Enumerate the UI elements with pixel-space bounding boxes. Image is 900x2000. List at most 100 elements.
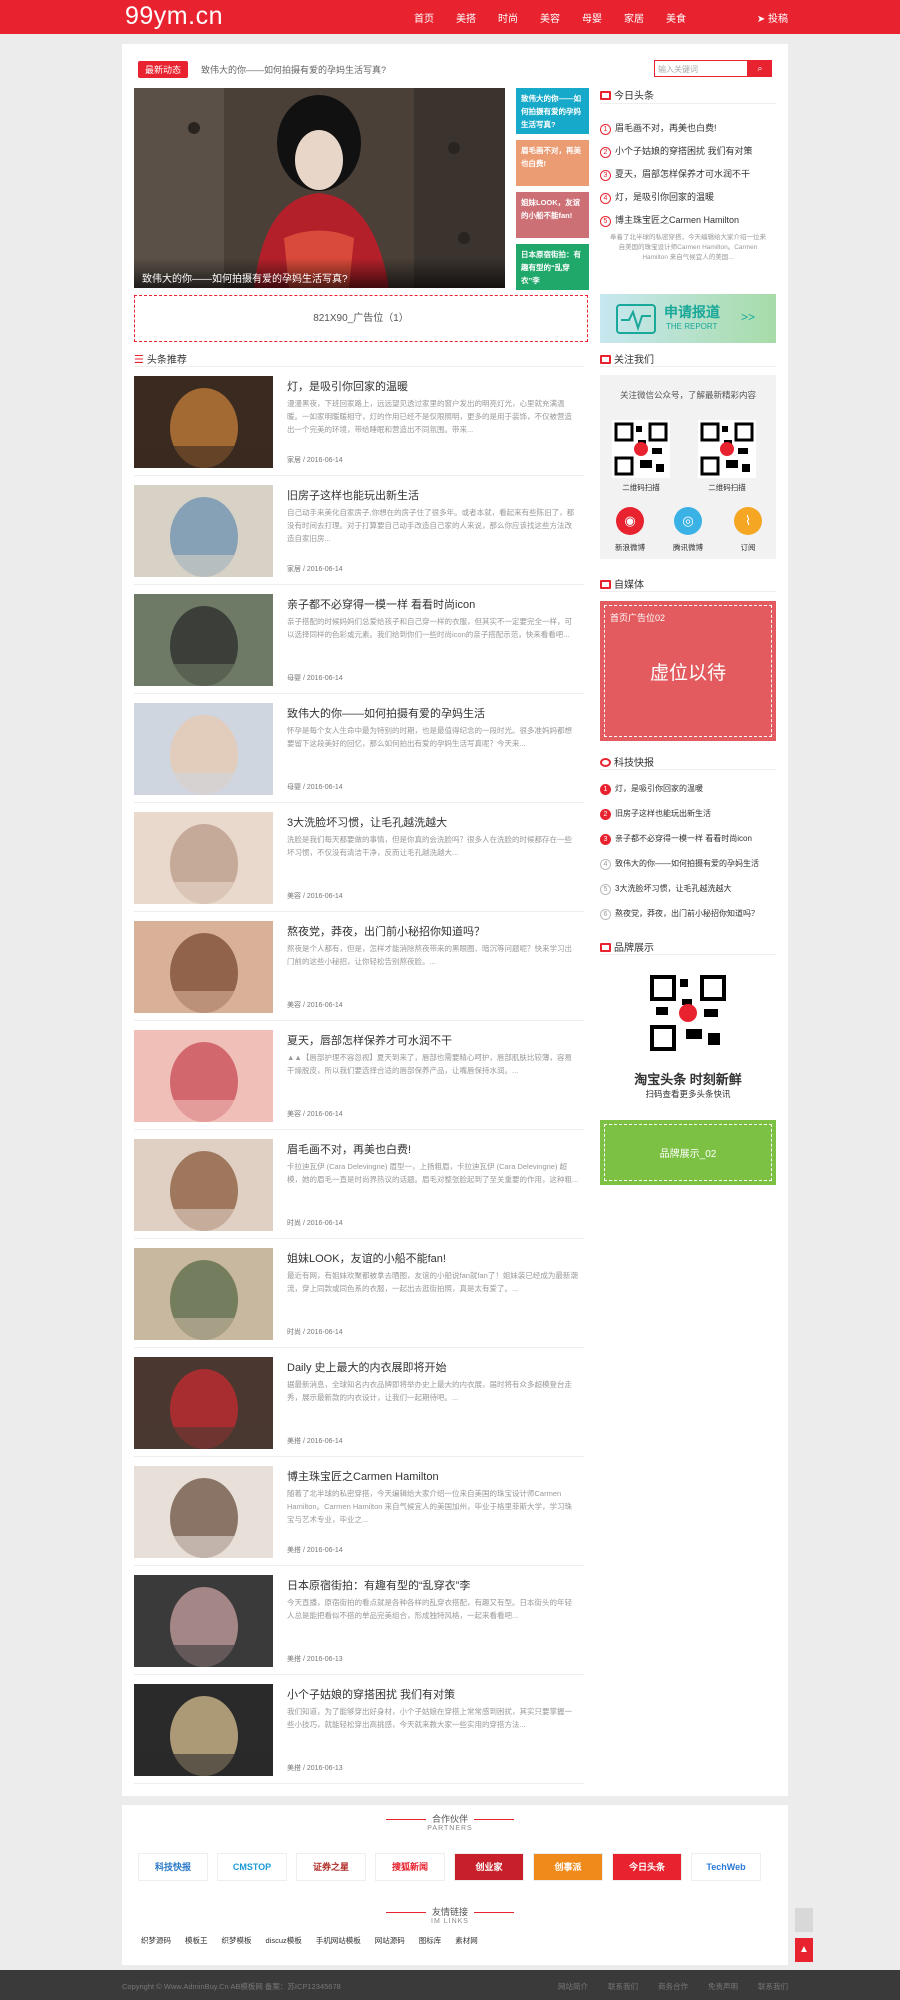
article-title[interactable]: 眉毛画不对，再美也白费! — [287, 1141, 411, 1157]
tile-harajuku[interactable]: 日本原宿街拍：有趣有型的“乱穿衣”李 — [516, 244, 589, 290]
partner-logo[interactable]: TechWeb — [691, 1853, 761, 1881]
friend-link[interactable]: 织梦源码 — [141, 1935, 171, 1946]
article-title[interactable]: 日本原宿街拍：有趣有型的“乱穿衣”李 — [287, 1577, 470, 1593]
friend-link[interactable]: 素材网 — [455, 1935, 478, 1946]
tech-item[interactable]: 1 灯，是吸引你回家的温暖 — [600, 783, 776, 795]
article-thumbnail[interactable] — [134, 921, 273, 1013]
article-title[interactable]: 灯，是吸引你回家的温暖 — [287, 378, 408, 394]
rss-icon[interactable]: ⌇ — [734, 507, 762, 535]
partner-logo[interactable]: 创事派 — [533, 1853, 603, 1881]
tile-pregnancy[interactable]: 致伟大的你——如何拍摄有爱的孕妈生活写真? — [516, 88, 589, 134]
nav-home-decor[interactable]: 家居 — [624, 10, 644, 25]
tech-item[interactable]: 2 旧房子这样也能玩出新生活 — [600, 808, 776, 820]
article-thumbnail[interactable] — [134, 1684, 273, 1776]
tile-eyebrow[interactable]: 眉毛画不对，再美也白费! — [516, 140, 589, 186]
article-title[interactable]: 夏天，唇部怎样保养才可水润不干 — [287, 1032, 452, 1048]
article-title[interactable]: 旧房子这样也能玩出新生活 — [287, 487, 419, 503]
hero-slide[interactable]: 致伟大的你——如何拍摄有爱的孕妈生活写真? — [134, 88, 505, 288]
brand-ad-02[interactable]: 品牌展示_02 — [600, 1120, 776, 1185]
today-item[interactable]: 2 小个子姑娘的穿搭困扰 我们有对策 — [600, 144, 776, 158]
nav-home[interactable]: 首页 — [414, 10, 434, 25]
footer-link[interactable]: 联系我们 — [608, 1981, 638, 1992]
today-item[interactable]: 4 灯，是吸引你回家的温暖 — [600, 190, 776, 204]
friend-link[interactable]: discuz模板 — [266, 1935, 302, 1946]
tencent-weibo-icon[interactable]: ◎ — [674, 507, 702, 535]
article-category[interactable]: 美容 — [287, 893, 301, 900]
article-item[interactable]: 亲子都不必穿得一模一样 看看时尚icon 亲子搭配的时候妈妈们总爱给孩子和自己穿… — [134, 594, 584, 694]
partner-logo[interactable]: 创业家 — [454, 1853, 524, 1881]
article-category[interactable]: 家居 — [287, 457, 301, 464]
tech-item[interactable]: 4 致伟大的你——如何拍摄有爱的孕妈生活 — [600, 858, 776, 870]
article-category[interactable]: 时尚 — [287, 1329, 301, 1336]
article-item[interactable]: 夏天，唇部怎样保养才可水润不干 ▲▲【唇部护理不容忽视】夏天到来了，唇部也需要精… — [134, 1030, 584, 1130]
partner-logo[interactable]: 搜狐新闻 — [375, 1853, 445, 1881]
article-category[interactable]: 美容 — [287, 1002, 301, 1009]
article-title[interactable]: 致伟大的你——如何拍摄有爱的孕妈生活 — [287, 705, 485, 721]
weibo-icon[interactable]: ◉ — [616, 507, 644, 535]
today-item[interactable]: 3 夏天，眉部怎样保养才可水润不干 — [600, 167, 776, 181]
qr-float-button[interactable] — [795, 1908, 813, 1932]
article-category[interactable]: 时尚 — [287, 1220, 301, 1227]
article-thumbnail[interactable] — [134, 485, 273, 577]
article-thumbnail[interactable] — [134, 1248, 273, 1340]
article-item[interactable]: 日本原宿街拍：有趣有型的“乱穿衣”李 今天直播，原宿街拍的看点就是各种各样的乱穿… — [134, 1575, 584, 1675]
article-category[interactable]: 美搭 — [287, 1765, 301, 1772]
social-label[interactable]: 新浪微博 — [606, 542, 654, 553]
article-item[interactable]: 致伟大的你——如何拍摄有爱的孕妈生活 怀孕是每个女人生命中最为特别的时期，也是最… — [134, 703, 584, 803]
article-thumbnail[interactable] — [134, 812, 273, 904]
article-thumbnail[interactable] — [134, 1030, 273, 1122]
social-label[interactable]: 订阅 — [724, 542, 772, 553]
article-item[interactable]: 姐妹LOOK，友谊的小船不能fan! 最近有网，有姐妹欢聚都被拿去晒图，友谊的小… — [134, 1248, 584, 1348]
article-thumbnail[interactable] — [134, 1466, 273, 1558]
article-thumbnail[interactable] — [134, 376, 273, 468]
tech-item[interactable]: 3 亲子都不必穿得一模一样 看看时尚icon — [600, 833, 776, 845]
article-title[interactable]: 小个子姑娘的穿搭困扰 我们有对策 — [287, 1686, 455, 1702]
article-thumbnail[interactable] — [134, 594, 273, 686]
ad-banner-1[interactable]: 821X90_广告位（1） — [134, 295, 588, 342]
nav-baby[interactable]: 母婴 — [582, 10, 602, 25]
article-category[interactable]: 美搭 — [287, 1438, 301, 1445]
apply-banner[interactable]: 申请报道 THE REPORT >> — [600, 294, 776, 343]
article-title[interactable]: 博主珠宝匠之Carmen Hamilton — [287, 1468, 439, 1484]
nav-food[interactable]: 美食 — [666, 10, 686, 25]
friend-link[interactable]: 图标库 — [419, 1935, 442, 1946]
nav-fashion[interactable]: 时尚 — [498, 10, 518, 25]
search-input[interactable]: 输入关键词 — [654, 60, 748, 77]
article-item[interactable]: 小个子姑娘的穿搭困扰 我们有对策 我们知道，为了能够穿出好身材，小个子姑娘在穿搭… — [134, 1684, 584, 1784]
article-thumbnail[interactable] — [134, 1575, 273, 1667]
friend-link[interactable]: 网站源码 — [375, 1935, 405, 1946]
article-category[interactable]: 母婴 — [287, 675, 301, 682]
article-title[interactable]: 亲子都不必穿得一模一样 看看时尚icon — [287, 596, 475, 612]
social-label[interactable]: 腾讯微博 — [664, 542, 712, 553]
friend-link[interactable]: 模板王 — [185, 1935, 208, 1946]
article-item[interactable]: 熬夜党，莽夜，出门前小秘招你知道吗？ 熬夜是个人都有，但是，怎样才能消除熬夜带来… — [134, 921, 584, 1021]
contribute-link[interactable]: ➤ 投稿 — [757, 10, 788, 25]
article-title[interactable]: 熬夜党，莽夜，出门前小秘招你知道吗？ — [287, 923, 485, 939]
article-item[interactable]: 灯，是吸引你回家的温暖 漫漫黑夜，下班回家路上，远远望见透过家里的窗户发出的明亮… — [134, 376, 584, 476]
article-thumbnail[interactable] — [134, 1357, 273, 1449]
article-item[interactable]: 博主珠宝匠之Carmen Hamilton 随着了北半球的私密穿搭，今天编辑给大… — [134, 1466, 584, 1566]
article-item[interactable]: 3大洗脸坏习惯，让毛孔越洗越大 洗脸是我们每天都要做的事情，但是你真的会洗脸吗？… — [134, 812, 584, 912]
friend-link[interactable]: 手机网站模板 — [316, 1935, 361, 1946]
partner-logo[interactable]: 证券之星 — [296, 1853, 366, 1881]
site-logo[interactable]: 99ym.cn — [125, 2, 223, 31]
article-item[interactable]: Daily 史上最大的内衣展即将开始 据最新消息，全球知名内衣品牌即将举办史上最… — [134, 1357, 584, 1457]
back-to-top-button[interactable]: ▲ — [795, 1938, 813, 1962]
footer-link[interactable]: 商务合作 — [658, 1981, 688, 1992]
ad-slot-02[interactable]: 首页广告位02 虚位以待 — [600, 601, 776, 741]
today-item[interactable]: 1 眉毛画不对，再美也白费! — [600, 121, 776, 135]
article-thumbnail[interactable] — [134, 703, 273, 795]
partner-logo[interactable]: 科技快报 — [138, 1853, 208, 1881]
article-category[interactable]: 母婴 — [287, 784, 301, 791]
footer-link[interactable]: 网站简介 — [558, 1981, 588, 1992]
article-item[interactable]: 旧房子这样也能玩出新生活 自己动手来美化自家房子,你想在的房子住了很多年。或者本… — [134, 485, 584, 585]
partner-logo[interactable]: 今日头条 — [612, 1853, 682, 1881]
footer-link[interactable]: 联系我们 — [758, 1981, 788, 1992]
today-item[interactable]: 5 博主珠宝匠之Carmen Hamilton — [600, 213, 776, 227]
article-category[interactable]: 美容 — [287, 1111, 301, 1118]
tech-item[interactable]: 6 熬夜党，莽夜，出门前小秘招你知道吗？ — [600, 908, 776, 920]
footer-link[interactable]: 免责声明 — [708, 1981, 738, 1992]
ticker-text[interactable]: 致伟大的你——如何拍摄有爱的孕妈生活写真? — [201, 63, 386, 76]
article-category[interactable]: 家居 — [287, 566, 301, 573]
article-title[interactable]: 姐妹LOOK，友谊的小船不能fan! — [287, 1250, 446, 1266]
